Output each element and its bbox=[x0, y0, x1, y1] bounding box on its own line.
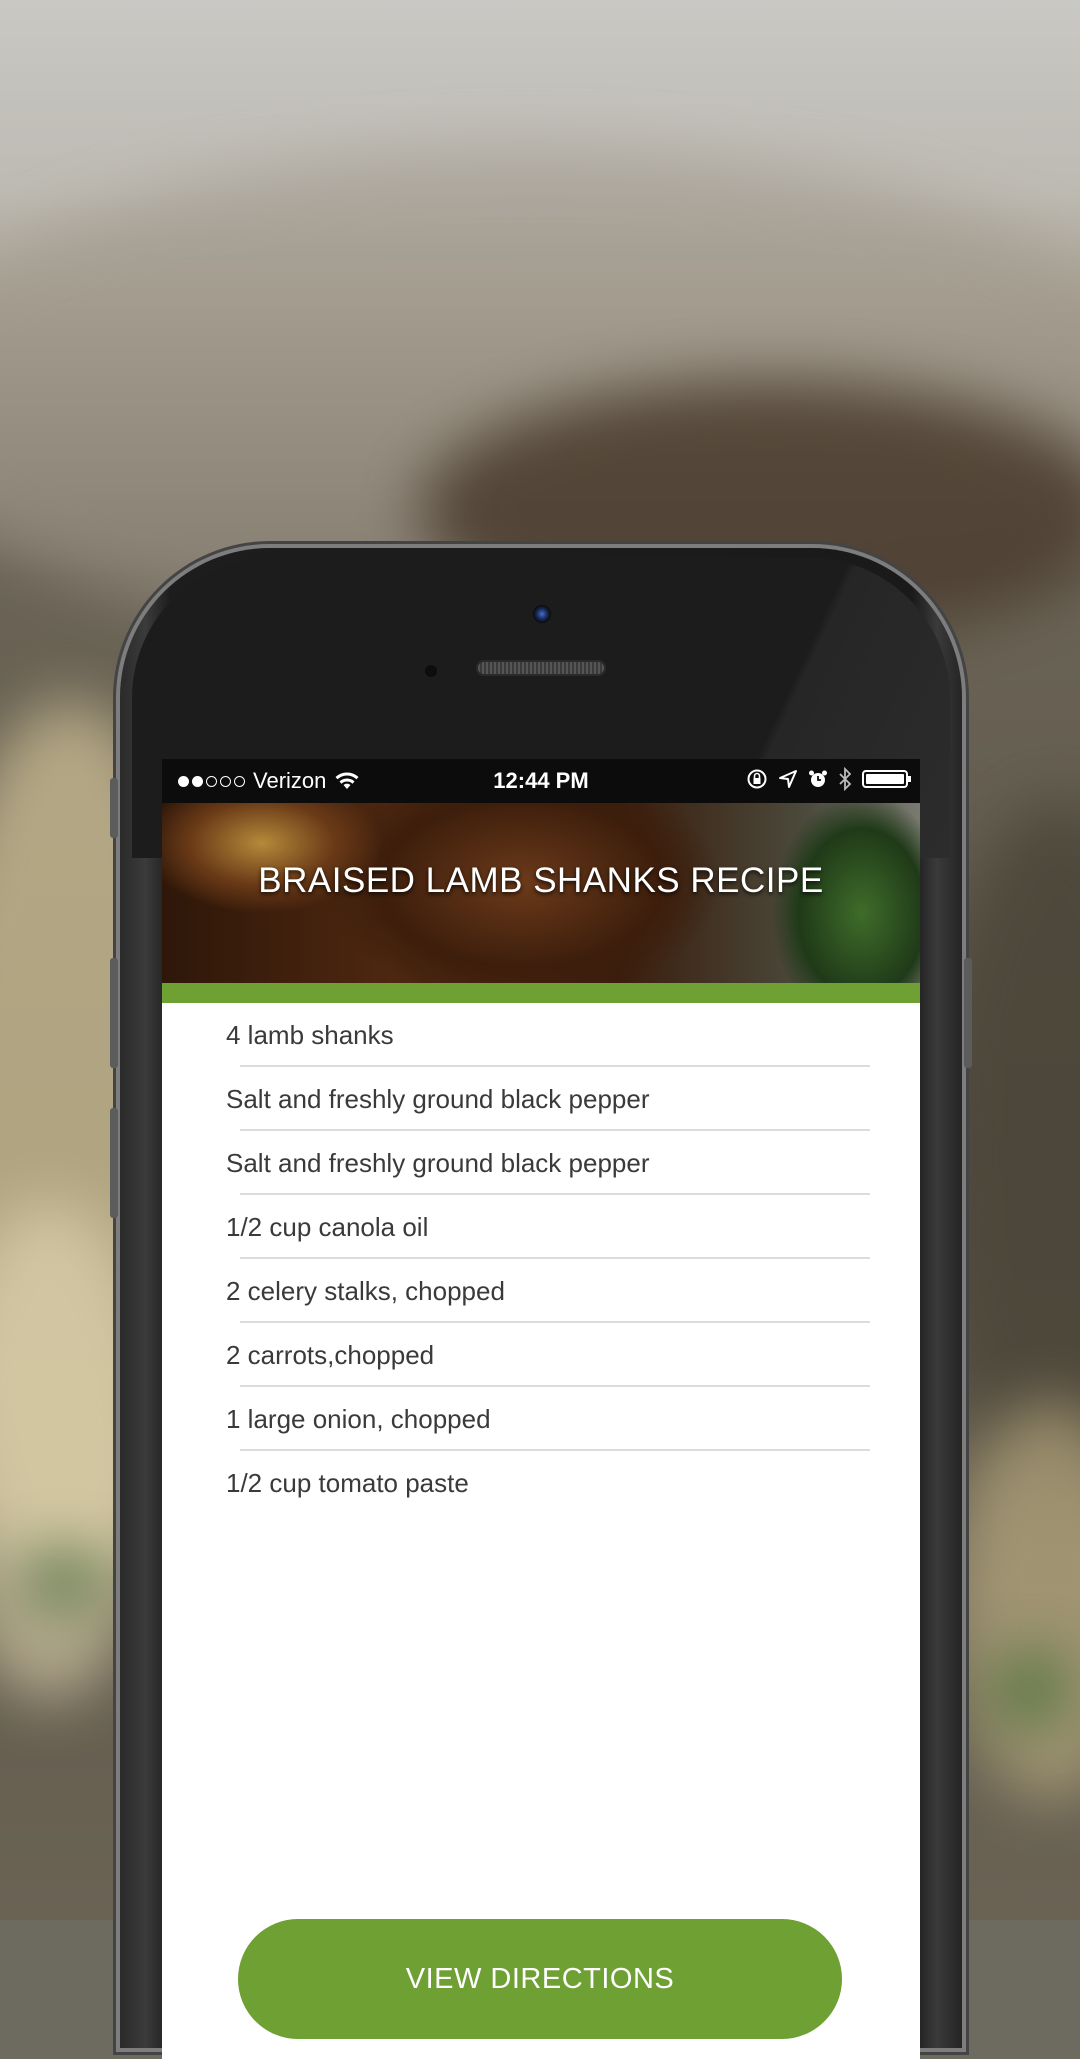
power-button bbox=[964, 958, 972, 1068]
ingredient-item: 1/2 cup canola oil bbox=[226, 1195, 870, 1259]
recipe-hero-image: BRAISED LAMB SHANKS RECIPE bbox=[162, 803, 920, 983]
earpiece-speaker bbox=[476, 660, 606, 676]
front-camera-icon bbox=[533, 605, 551, 623]
proximity-sensor bbox=[425, 665, 437, 677]
phone-frame: Verizon 12:44 PM BRAISED LAMB SHANKS REC… bbox=[110, 548, 972, 2059]
ingredient-item: 1 large onion, chopped bbox=[226, 1387, 870, 1451]
volume-down-button bbox=[110, 1108, 118, 1218]
page-title: BRAISED LAMB SHANKS RECIPE bbox=[258, 861, 824, 900]
location-arrow-icon bbox=[779, 770, 797, 788]
accent-divider bbox=[162, 983, 920, 1003]
ingredient-item: 2 carrots,chopped bbox=[226, 1323, 870, 1387]
ingredient-item: 2 celery stalks, chopped bbox=[226, 1259, 870, 1323]
ingredient-list: 4 lamb shanks Salt and freshly ground bl… bbox=[162, 1003, 920, 1515]
ingredient-item: Salt and freshly ground black pepper bbox=[226, 1131, 870, 1195]
alarm-icon bbox=[809, 770, 827, 787]
mute-switch bbox=[110, 778, 118, 838]
view-directions-button[interactable]: VIEW DIRECTIONS bbox=[238, 1919, 842, 2039]
orientation-lock-icon bbox=[747, 769, 767, 789]
volume-up-button bbox=[110, 958, 118, 1068]
bluetooth-icon bbox=[839, 767, 852, 791]
app-screen: Verizon 12:44 PM BRAISED LAMB SHANKS REC… bbox=[162, 759, 920, 2059]
ingredient-item: Salt and freshly ground black pepper bbox=[226, 1067, 870, 1131]
ingredient-item: 4 lamb shanks bbox=[226, 1003, 870, 1067]
battery-icon bbox=[862, 770, 911, 788]
ingredient-item: 1/2 cup tomato paste bbox=[226, 1468, 469, 1498]
status-bar: Verizon 12:44 PM bbox=[162, 759, 920, 803]
